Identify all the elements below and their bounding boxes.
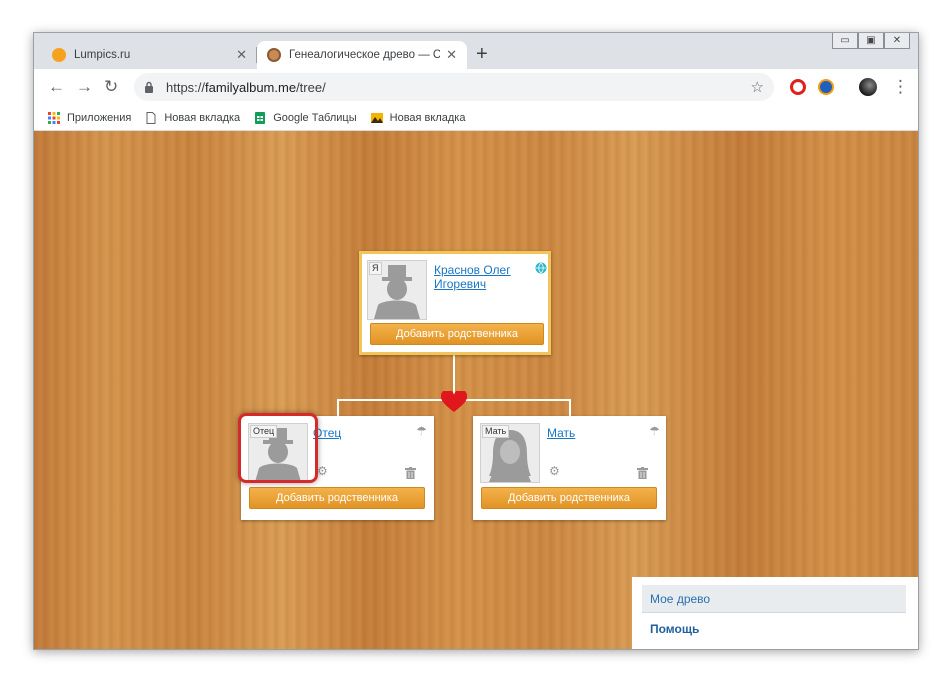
add-relative-button[interactable]: Добавить родственника [249,487,425,509]
browser-window: Lumpics.ru ✕ Генеалогическое древо — Сем… [33,32,919,650]
tree-connector-left [337,399,339,416]
close-icon[interactable]: ✕ [446,47,457,63]
person-tag: Мать [482,425,510,438]
bookmark-google-sheets[interactable]: Google Таблицы [254,111,357,124]
tab-strip: Lumpics.ru ✕ Генеалогическое древо — Сем… [34,33,918,69]
minimize-button[interactable]: ▭ [832,33,858,49]
tab-familyalbum[interactable]: Генеалогическое древо — Сем ✕ [257,41,467,69]
page-icon [146,111,156,124]
vpn-extension-icon[interactable] [818,79,834,95]
person-tag: Я [369,262,382,275]
bookmark-label: Новая вкладка [164,111,241,124]
browser-toolbar: ← → ↻ https://familyalbum.me/tree/ ☆ ⋮ [34,69,918,105]
lock-icon [145,81,153,93]
window-controls: ▭ ▣ ✕ [832,33,910,49]
person-photo[interactable]: Мать [480,423,540,483]
person-name-line2: Игоревич [434,277,487,291]
url-text[interactable]: https://familyalbum.me/tree/ [166,80,326,95]
umbrella-icon[interactable]: ☂ [649,424,660,438]
tab-title: Генеалогическое древо — Сем [289,49,441,61]
close-window-button[interactable]: ✕ [884,33,910,49]
bookmark-new-tab-2[interactable]: Новая вкладка [370,111,466,124]
person-name-line1: Краснов Олег [434,263,511,277]
person-name-link[interactable]: Мать [547,426,575,440]
url-path: /tree/ [296,79,326,95]
person-name-link[interactable]: Краснов Олег Игоревич [434,263,511,291]
person-photo[interactable]: Я [367,260,427,320]
reload-button[interactable]: ↻ [104,77,118,97]
close-icon[interactable]: ✕ [236,47,247,63]
familyalbum-icon [267,48,281,62]
gear-icon[interactable]: ⚙ [549,464,560,478]
tab-title: Lumpics.ru [74,49,131,61]
bookmark-label: Google Таблицы [273,111,357,124]
avatar[interactable] [859,78,877,96]
person-card-me: Я Краснов Олег Игоревич Добавить родствен… [359,251,551,355]
trash-icon[interactable] [637,467,648,479]
menu-icon[interactable]: ⋮ [892,77,909,97]
address-bar[interactable]: https://familyalbum.me/tree/ ☆ [134,73,774,101]
bookmark-label: Новая вкладка [389,111,466,124]
family-tree-canvas: Я Краснов Олег Игоревич Добавить родствен… [34,131,918,649]
opera-extension-icon[interactable] [790,79,806,95]
bookmark-new-tab[interactable]: Новая вкладка [145,111,241,124]
google-sheets-icon [255,111,266,124]
tree-connector-right [569,399,571,416]
gear-icon[interactable]: ⚙ [317,464,328,478]
heart-icon [441,391,467,412]
side-menu: Мое древо Помощь [632,577,918,649]
forward-button[interactable]: → [76,77,93,97]
add-relative-button[interactable]: Добавить родственника [370,323,544,345]
bookmark-apps[interactable]: Приложения [48,111,132,124]
bookmark-label: Приложения [67,111,132,124]
menu-item-help[interactable]: Помощь [642,615,906,643]
bookmarks-bar: Приложения Новая вкладка Google Таблицы … [34,105,918,131]
image-bookmark-icon [370,112,383,123]
back-button[interactable]: ← [48,77,65,97]
trash-icon[interactable] [405,467,416,479]
person-card-mother: Мать Мать ☂ ⚙ Добавить родственника [473,416,666,520]
umbrella-icon[interactable]: ☂ [416,424,427,438]
maximize-button[interactable]: ▣ [858,33,884,49]
add-relative-button[interactable]: Добавить родственника [481,487,657,509]
globe-icon[interactable] [535,262,547,274]
menu-item-my-tree[interactable]: Мое древо [642,585,906,613]
url-host: familyalbum.me [205,79,297,95]
highlight-frame [238,413,318,483]
bookmark-star-icon[interactable]: ☆ [751,78,764,96]
lumpics-orange-circle-icon [52,48,66,62]
apps-grid-icon [48,111,60,124]
new-tab-button[interactable]: + [476,44,488,64]
url-scheme: https:// [166,79,206,95]
tab-lumpics[interactable]: Lumpics.ru ✕ [42,41,257,69]
